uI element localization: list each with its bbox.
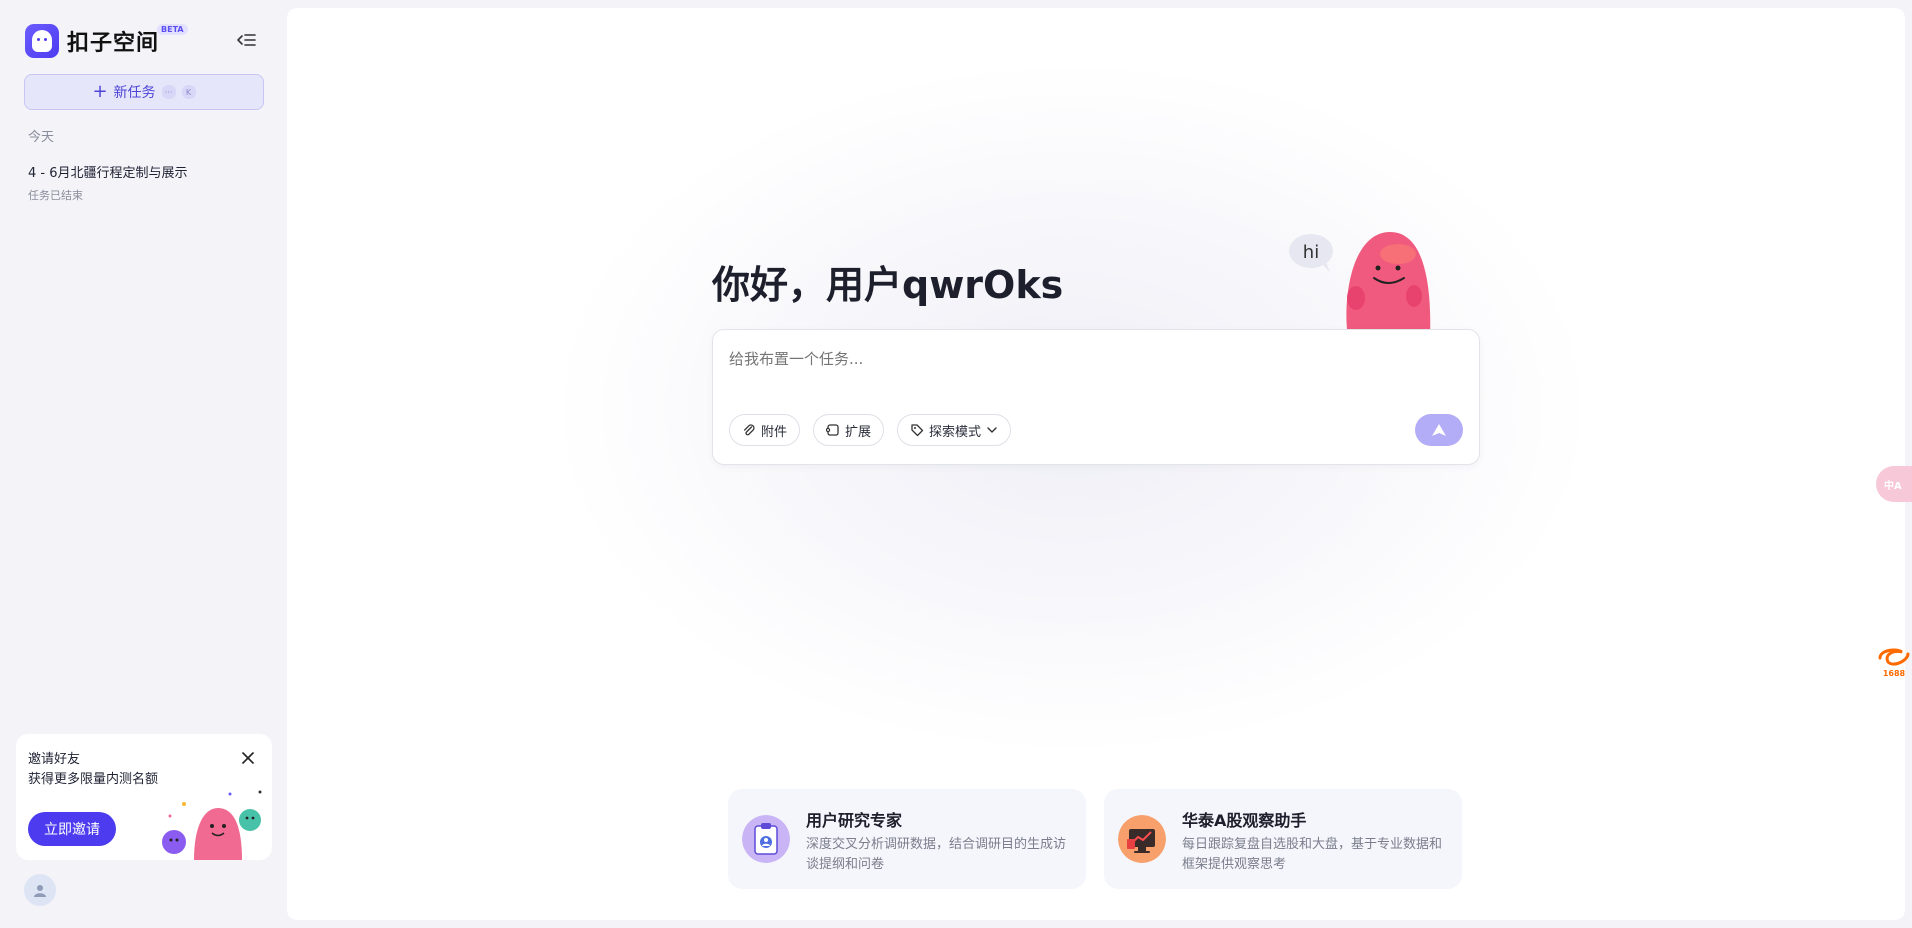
brand[interactable]: 扣子空间 BETA <box>25 24 188 58</box>
task-input[interactable] <box>729 350 1429 368</box>
beta-badge: BETA <box>157 24 188 35</box>
send-button[interactable] <box>1415 414 1463 446</box>
task-composer: 附件 扩展 探索模式 <box>712 329 1480 465</box>
invite-button[interactable]: 立即邀请 <box>28 812 116 846</box>
sidebar: 扣子空间 BETA + 新任务 ··· K 今天 4 - 6月北疆行程定制与展示… <box>0 0 286 928</box>
agent-name: 用户研究专家 <box>806 811 903 830</box>
user-avatar[interactable] <box>24 874 56 906</box>
badge-1688-text: 1688 <box>1883 669 1906 678</box>
shortcut-key-cmd: ··· <box>161 85 176 99</box>
tag-icon <box>911 424 924 437</box>
clipboard-user-icon <box>742 815 790 863</box>
send-arrow-icon <box>1432 424 1446 436</box>
paperclip-icon <box>743 424 755 436</box>
invite-mascot-illustration <box>162 790 262 860</box>
brand-logo-icon <box>25 24 59 58</box>
user-icon <box>34 885 46 897</box>
section-label-today: 今天 <box>28 130 55 145</box>
invite-subtitle: 获得更多限量内测名额 <box>28 772 159 787</box>
agent-card-user-research[interactable]: 用户研究专家 深度交叉分析调研数据，结合调研目的生成访谈提纲和问卷 <box>728 789 1086 889</box>
explore-mode-dropdown[interactable]: 探索模式 <box>897 414 1012 446</box>
attach-label: 附件 <box>761 424 788 440</box>
history-item-status: 任务已结束 <box>28 189 83 202</box>
mascot-bubble-text: hi <box>1303 242 1319 263</box>
extension-icon <box>826 424 839 436</box>
chevron-down-icon <box>987 427 997 433</box>
mascot-illustration: hi <box>1289 232 1431 338</box>
stock-monitor-icon <box>1118 815 1166 863</box>
brand-name: 扣子空间 <box>67 31 160 56</box>
agent-card-stock-watch[interactable]: 华泰A股观察助手 每日跟踪复盘自选股和大盘，基于专业数据和框架提供观察思考 <box>1104 789 1462 889</box>
invite-card: 邀请好友 获得更多限量内测名额 立即邀请 <box>16 734 272 860</box>
explore-mode-label: 探索模式 <box>929 424 982 440</box>
main-panel: 你好，用户qwrOks hi 附件 扩展 <box>287 8 1905 920</box>
alibaba-1688-icon: 1688 <box>1878 648 1910 678</box>
plus-icon: + <box>92 81 108 102</box>
extend-button[interactable]: 扩展 <box>813 414 885 446</box>
badge-1688-button[interactable]: 1688 <box>1874 644 1912 680</box>
translate-float-button[interactable]: 中A <box>1876 466 1912 502</box>
attach-button[interactable]: 附件 <box>729 414 801 446</box>
history-item[interactable]: 4 - 6月北疆行程定制与展示 任务已结束 <box>28 162 268 203</box>
collapse-sidebar-icon[interactable] <box>236 31 258 49</box>
extend-label: 扩展 <box>845 424 872 440</box>
translate-icon: 中A <box>1884 480 1902 492</box>
history-item-title: 4 - 6月北疆行程定制与展示 <box>28 166 188 181</box>
agent-desc: 每日跟踪复盘自选股和大盘，基于专业数据和框架提供观察思考 <box>1182 837 1443 872</box>
new-task-button[interactable]: + 新任务 ··· K <box>24 74 264 110</box>
agent-name: 华泰A股观察助手 <box>1182 811 1307 830</box>
close-icon[interactable] <box>240 750 256 766</box>
invite-title: 邀请好友 <box>28 752 81 767</box>
new-task-label: 新任务 <box>113 85 156 101</box>
agent-desc: 深度交叉分析调研数据，结合调研目的生成访谈提纲和问卷 <box>806 837 1067 872</box>
shortcut-key-k: K <box>181 85 196 99</box>
greeting-title: 你好，用户qwrOks <box>712 263 1064 307</box>
